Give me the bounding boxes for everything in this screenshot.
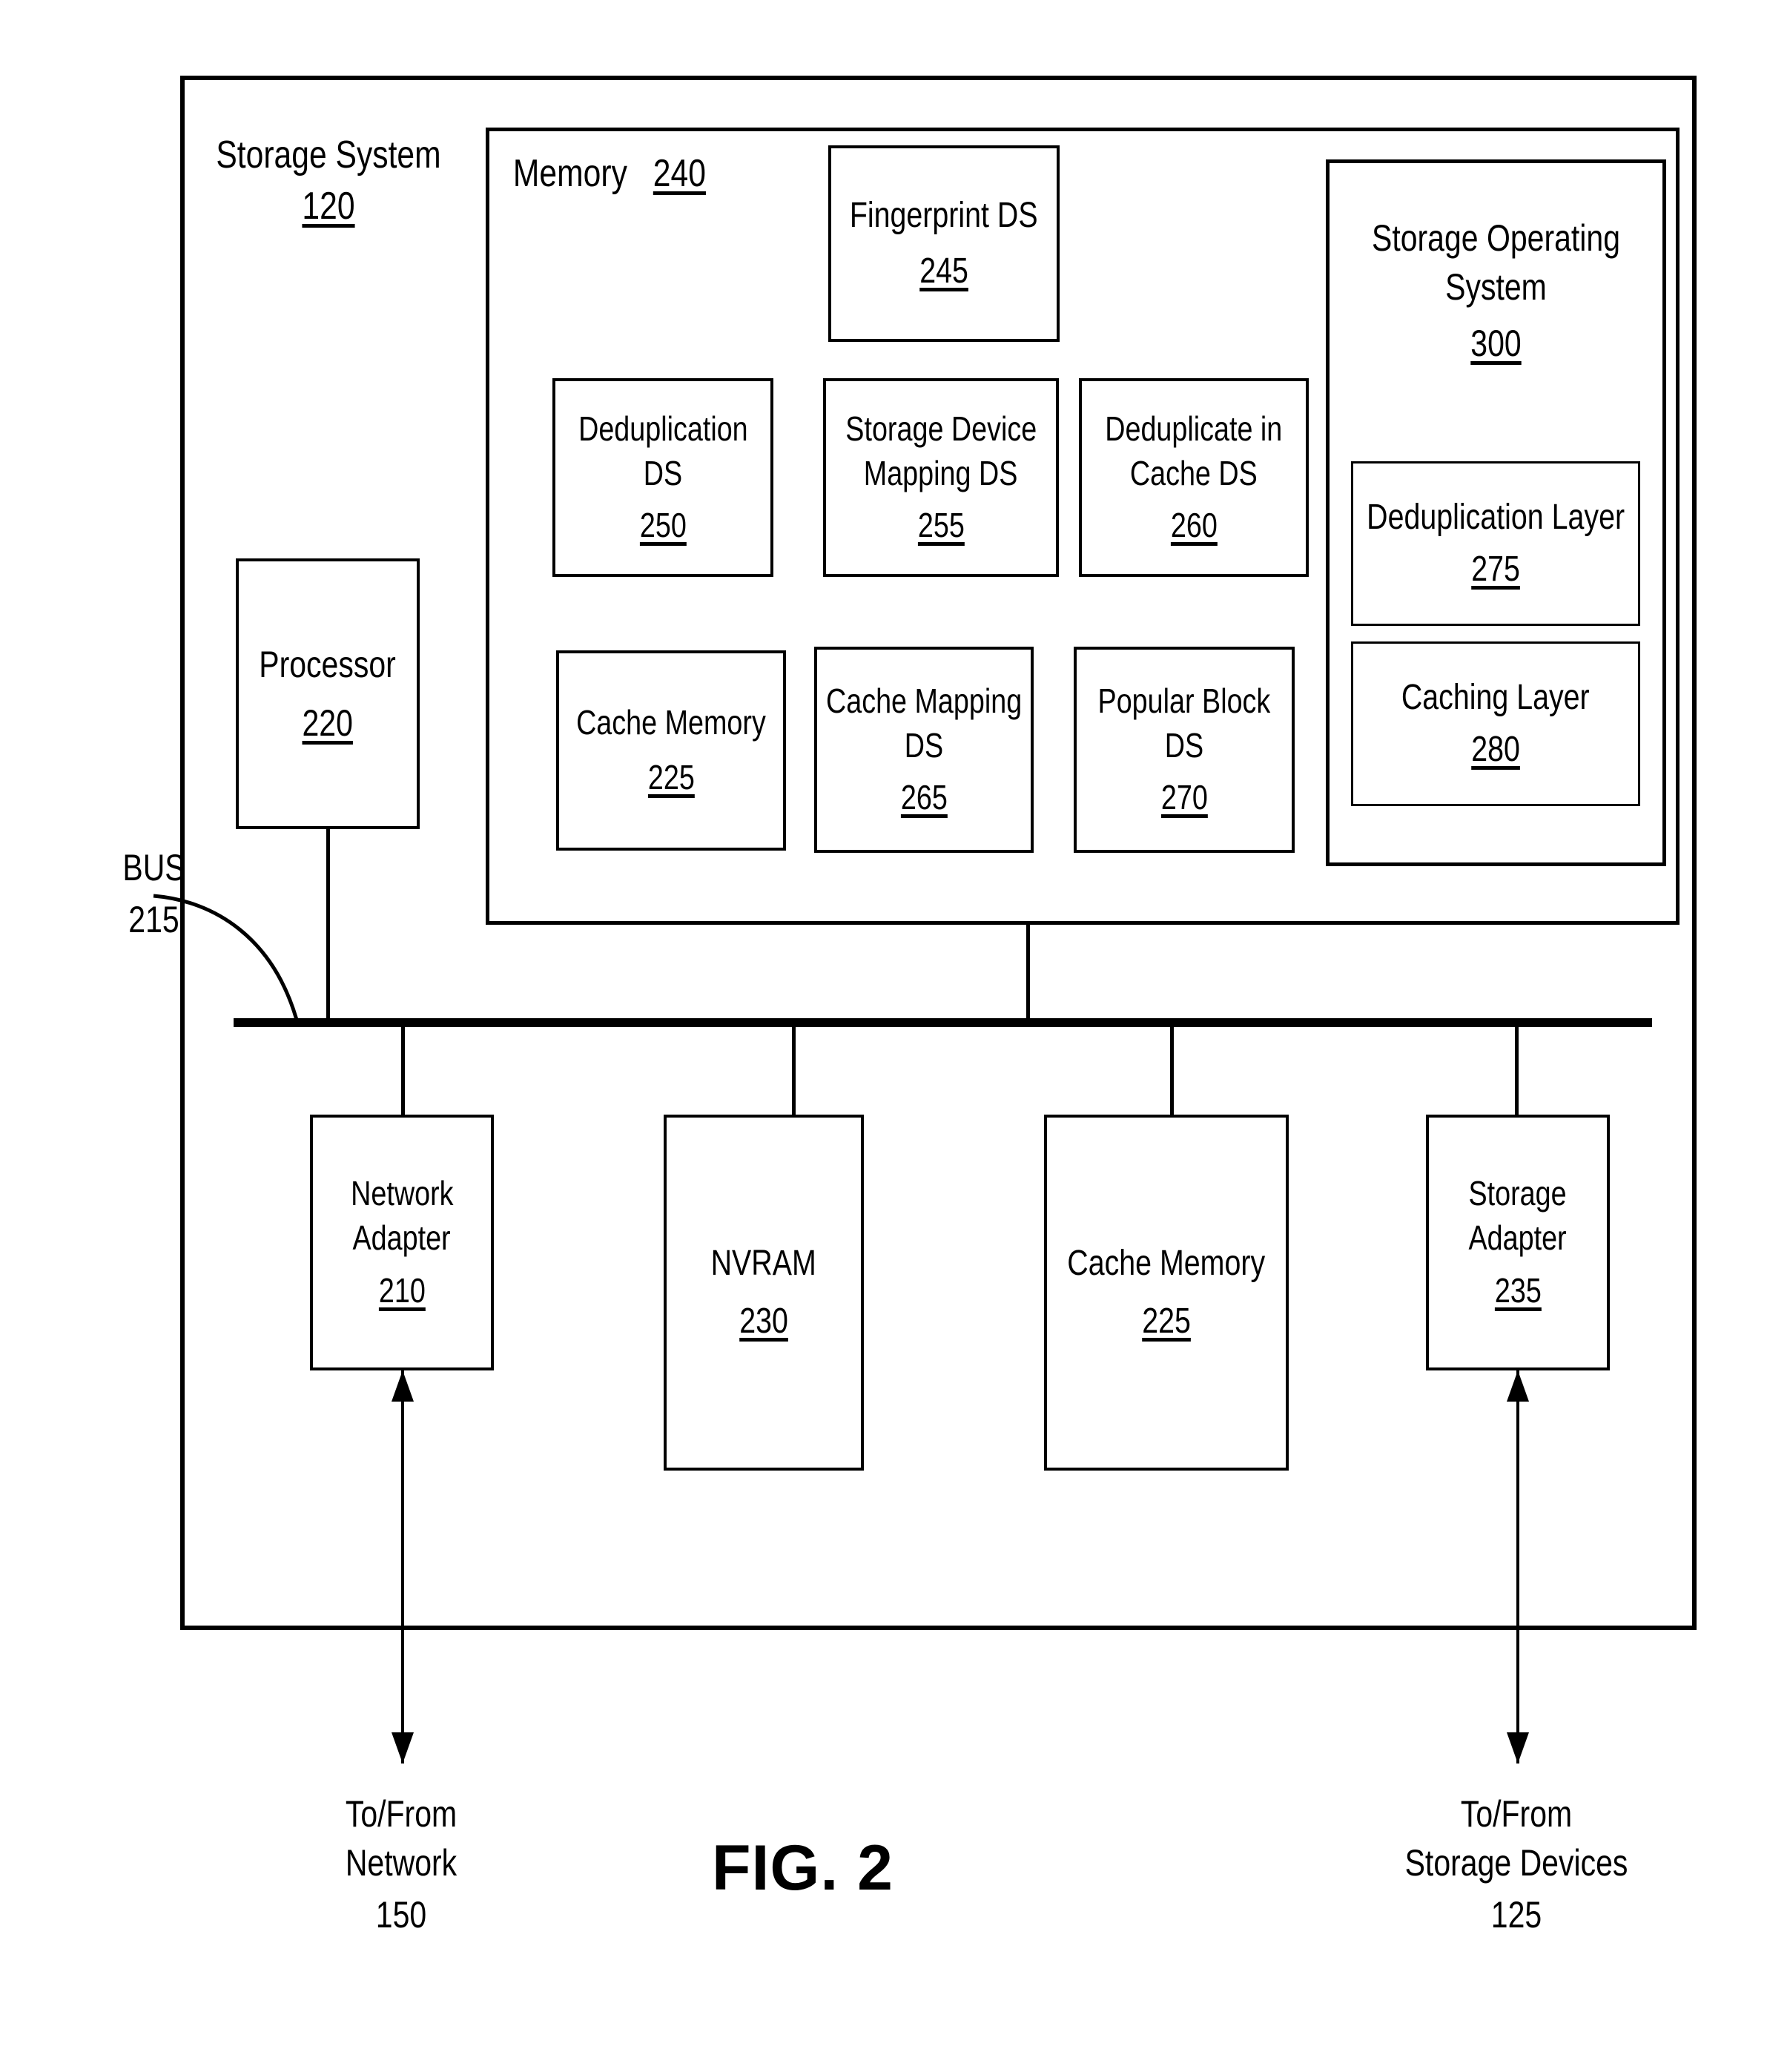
deduplicate-in-cache-ds-ref: 260 [1170, 505, 1218, 544]
popular-block-ds-ref: 270 [1160, 777, 1208, 816]
bus-to-cache-memory-connector [1170, 1027, 1174, 1115]
bus-label: BUS [122, 847, 185, 888]
deduplicate-in-cache-ds-label-line1: Deduplicate in [1105, 409, 1283, 449]
fingerprint-ds-ref: 245 [919, 251, 968, 291]
storage-operating-system-ref: 300 [1470, 323, 1522, 364]
cache-memory-label: Cache Memory [1067, 1243, 1266, 1283]
memory-to-bus-connector [1026, 925, 1030, 1020]
bus-to-nvram-connector [792, 1027, 796, 1115]
memory-label: Memory [512, 152, 627, 195]
memory-title: Memory 240 [501, 148, 760, 199]
to-from-network-label-group: To/From Network 150 [257, 1789, 546, 1939]
nvram-ref: 230 [739, 1301, 788, 1341]
storage-operating-system-label-line1: Storage Operating [1371, 217, 1621, 259]
bus-label-group: BUS 215 [70, 843, 237, 944]
cache-memory-ref: 225 [1142, 1301, 1191, 1341]
to-from-storage-devices-label-line1: To/From [1460, 1793, 1573, 1835]
storage-operating-system-label-line2: System [1445, 266, 1547, 308]
bus-ref: 215 [128, 899, 179, 940]
caching-layer-label: Caching Layer [1401, 677, 1590, 717]
to-from-storage-devices-label-line2: Storage Devices [1404, 1842, 1628, 1884]
processor-ref: 220 [302, 702, 354, 744]
deduplication-ds-label-line1: Deduplication [578, 409, 748, 449]
storage-system-label: Storage System [216, 133, 441, 176]
deduplication-layer-label: Deduplication Layer [1367, 497, 1625, 537]
deduplication-ds-label-line2: DS [643, 454, 683, 493]
to-from-network-label-line1: To/From [345, 1793, 458, 1835]
bus-line [234, 1018, 1652, 1027]
memory-ref: 240 [653, 152, 706, 195]
deduplicate-in-cache-ds-label-line2: Cache DS [1130, 454, 1258, 493]
storage-system-title: Storage System 120 [188, 130, 469, 231]
cache-mapping-ds-box: Cache Mapping DS 265 [814, 647, 1034, 853]
storage-adapter-label-line2: Adapter [1468, 1218, 1568, 1257]
storage-adapter-label-line1: Storage [1468, 1173, 1568, 1212]
to-from-network-label-line2: Network [345, 1842, 458, 1884]
deduplication-ds-box: Deduplication DS 250 [552, 378, 773, 577]
processor-to-bus-connector [326, 829, 330, 1020]
caching-layer-box: Caching Layer 280 [1351, 641, 1640, 806]
storage-device-mapping-ds-label-line1: Storage Device [845, 409, 1037, 449]
network-adapter-label-line2: Adapter [352, 1218, 452, 1257]
popular-block-ds-box: Popular Block DS 270 [1074, 647, 1295, 853]
network-adapter-label-line1: Network [350, 1173, 454, 1212]
processor-label: Processor [259, 643, 397, 685]
deduplication-layer-ref: 275 [1471, 550, 1520, 589]
figure-caption: FIG. 2 [712, 1832, 894, 1904]
storage-device-mapping-ds-box: Storage Device Mapping DS 255 [823, 378, 1059, 577]
cache-memory-ds-label: Cache Memory [576, 703, 766, 742]
to-from-storage-devices-label-group: To/From Storage Devices 125 [1350, 1789, 1683, 1939]
storage-adapter-box: Storage Adapter 235 [1426, 1115, 1610, 1370]
network-adapter-box: Network Adapter 210 [310, 1115, 494, 1370]
cache-memory-ds-box: Cache Memory 225 [556, 650, 786, 851]
network-adapter-ref: 210 [378, 1271, 426, 1310]
nvram-box: NVRAM 230 [664, 1115, 864, 1471]
popular-block-ds-label-line2: DS [1164, 726, 1204, 765]
bus-to-network-adapter-connector [401, 1027, 405, 1115]
processor-box: Processor 220 [236, 558, 420, 829]
storage-operating-system-title: Storage Operating System 300 [1326, 214, 1666, 368]
cache-memory-box: Cache Memory 225 [1044, 1115, 1289, 1471]
storage-arrow-down-shaft [1516, 1370, 1519, 1763]
deduplicate-in-cache-ds-box: Deduplicate in Cache DS 260 [1079, 378, 1309, 577]
nvram-label: NVRAM [710, 1243, 817, 1283]
deduplication-layer-box: Deduplication Layer 275 [1351, 461, 1640, 626]
cache-mapping-ds-label-line2: DS [904, 726, 944, 765]
caching-layer-ref: 280 [1471, 730, 1520, 769]
fingerprint-ds-box: Fingerprint DS 245 [828, 145, 1060, 342]
to-from-network-ref: 150 [375, 1894, 427, 1936]
storage-system-ref: 120 [302, 184, 355, 228]
storage-adapter-ref: 235 [1494, 1271, 1542, 1310]
fingerprint-ds-label: Fingerprint DS [850, 196, 1038, 236]
deduplication-ds-ref: 250 [639, 505, 687, 544]
popular-block-ds-label-line1: Popular Block [1097, 682, 1271, 721]
cache-mapping-ds-label-line1: Cache Mapping [825, 682, 1023, 721]
network-arrow-down-shaft [401, 1370, 404, 1763]
storage-device-mapping-ds-ref: 255 [917, 505, 965, 544]
to-from-storage-devices-ref: 125 [1490, 1894, 1542, 1936]
cache-memory-ds-ref: 225 [647, 758, 695, 796]
storage-device-mapping-ds-label-line2: Mapping DS [864, 454, 1018, 493]
cache-mapping-ds-ref: 265 [900, 777, 948, 816]
patent-figure-2: Storage System 120 Memory 240 Fingerprint… [0, 0, 1767, 2072]
bus-to-storage-adapter-connector [1515, 1027, 1519, 1115]
